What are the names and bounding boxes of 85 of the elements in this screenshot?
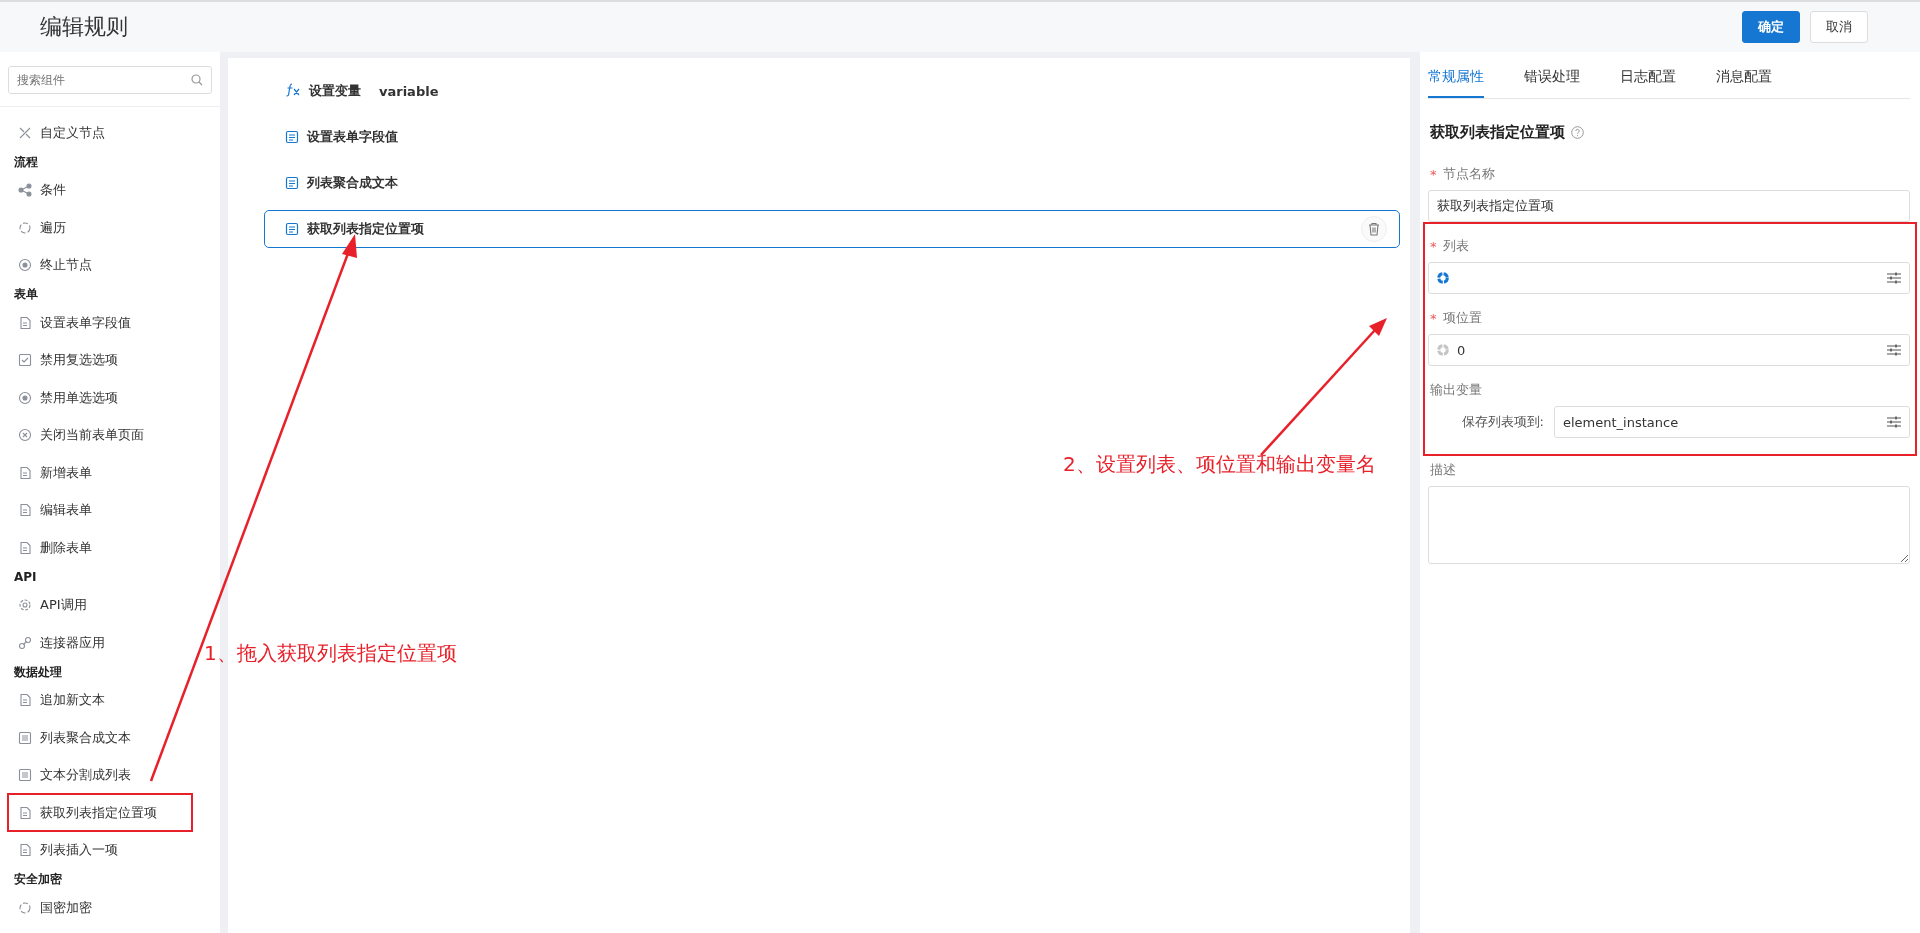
radio-icon [18,258,32,273]
doc-icon [18,540,32,555]
doc-icon [18,693,32,708]
radio-icon [18,390,32,405]
node-label: 设置表单字段值 [307,128,398,146]
required-mark: * [1430,166,1437,182]
component-item[interactable]: 列表插入一项 [40,841,118,860]
list-icon [285,176,299,190]
loop-icon [18,220,32,235]
component-item[interactable]: 禁用单选选项 [40,388,118,407]
share-icon [18,183,32,198]
component-item[interactable]: 列表聚合成文本 [40,728,131,747]
field-label: 项位置 [1442,309,1482,327]
list-icon [18,730,32,745]
node-label: 获取列表指定位置项 [307,220,424,238]
component-item[interactable]: 国密加密 [40,898,92,917]
node-label: 列表聚合成文本 [307,174,398,192]
field-label: 输出变量 [1430,381,1482,399]
check-icon [18,353,32,368]
variable-name: variable [379,83,439,99]
link-icon [18,635,32,650]
doc-icon [18,465,32,480]
component-item[interactable]: 获取列表指定位置项 [40,803,157,822]
variable-field[interactable]: element_instance [1554,406,1910,438]
component-item[interactable]: 禁用复选选项 [40,351,118,370]
annotation-text: 1、拖入获取列表指定位置项 [204,640,457,667]
node-label: 设置变量 [309,82,361,100]
settings-icon[interactable] [1887,344,1901,356]
section-heading: 安全加密 [14,871,63,888]
trash-icon [1368,222,1380,236]
doc-icon [18,843,32,858]
component-item[interactable]: 自定义节点 [40,123,105,142]
help-icon [1571,126,1584,139]
component-item[interactable]: 删除表单 [40,538,92,557]
component-item[interactable]: 关闭当前表单页面 [40,426,144,445]
loop-icon [18,900,32,915]
expression-field[interactable] [1428,262,1910,294]
component-item[interactable]: API调用 [40,596,87,615]
search-field[interactable]: 搜索组件 [8,66,212,94]
tab[interactable]: 错误处理 [1524,58,1580,98]
section-heading: 数据处理 [14,663,63,681]
settings-icon[interactable] [1887,272,1901,284]
field-label: 列表 [1442,237,1469,255]
xcircle-icon [18,428,32,443]
expression-field[interactable]: 0 [1428,334,1910,366]
document-icon [285,222,299,236]
field-label: 保存列表项到: [1460,413,1544,431]
page-title: 编辑规则 [40,13,128,41]
description-field[interactable] [1428,486,1910,564]
section-heading: 表单 [14,286,39,303]
flow-node[interactable]: 获取列表指定位置项 [264,210,1400,248]
component-item[interactable]: 新增表单 [40,463,92,482]
tab[interactable]: 消息配置 [1716,58,1772,98]
delete-button[interactable] [1361,216,1387,242]
component-item[interactable]: 追加新文本 [40,691,105,710]
field-label: 描述 [1430,461,1456,479]
component-item[interactable]: 终止节点 [40,256,92,275]
text-field[interactable]: 获取列表指定位置项 [1428,190,1910,222]
tab[interactable]: 日志配置 [1620,58,1676,98]
search-icon [191,74,203,86]
component-item[interactable]: 文本分割成列表 [40,766,131,785]
doc-icon [18,805,32,820]
component-item[interactable]: 编辑表单 [40,501,92,520]
tab[interactable]: 常规属性 [1428,58,1484,98]
doc-icon [18,315,32,330]
list-icon [18,768,32,783]
section-heading: API [14,568,38,586]
component-item[interactable]: 连接器应用 [40,633,105,652]
annotation-text: 2、设置列表、项位置和输出变量名 [1063,451,1376,478]
flow-node[interactable]: 设置表单字段值 [264,118,1400,156]
required-mark: * [1430,238,1437,254]
doc-icon [18,503,32,518]
panel-title: 获取列表指定位置项 [1430,123,1565,142]
flow-node[interactable]: 设置变量 variable [264,72,1400,110]
field-label: 节点名称 [1442,165,1495,183]
required-mark: * [1430,310,1437,326]
component-item[interactable]: 设置表单字段值 [40,313,131,332]
section-heading: 流程 [14,153,39,171]
flow-node[interactable]: 列表聚合成文本 [264,164,1400,202]
component-item[interactable]: 遍历 [40,218,66,237]
settings-icon[interactable] [1887,416,1901,428]
component-item[interactable]: 条件 [40,181,66,200]
cancel-button[interactable]: 取消 [1810,11,1868,43]
document-icon [285,130,299,144]
confirm-button[interactable]: 确定 [1742,11,1800,43]
